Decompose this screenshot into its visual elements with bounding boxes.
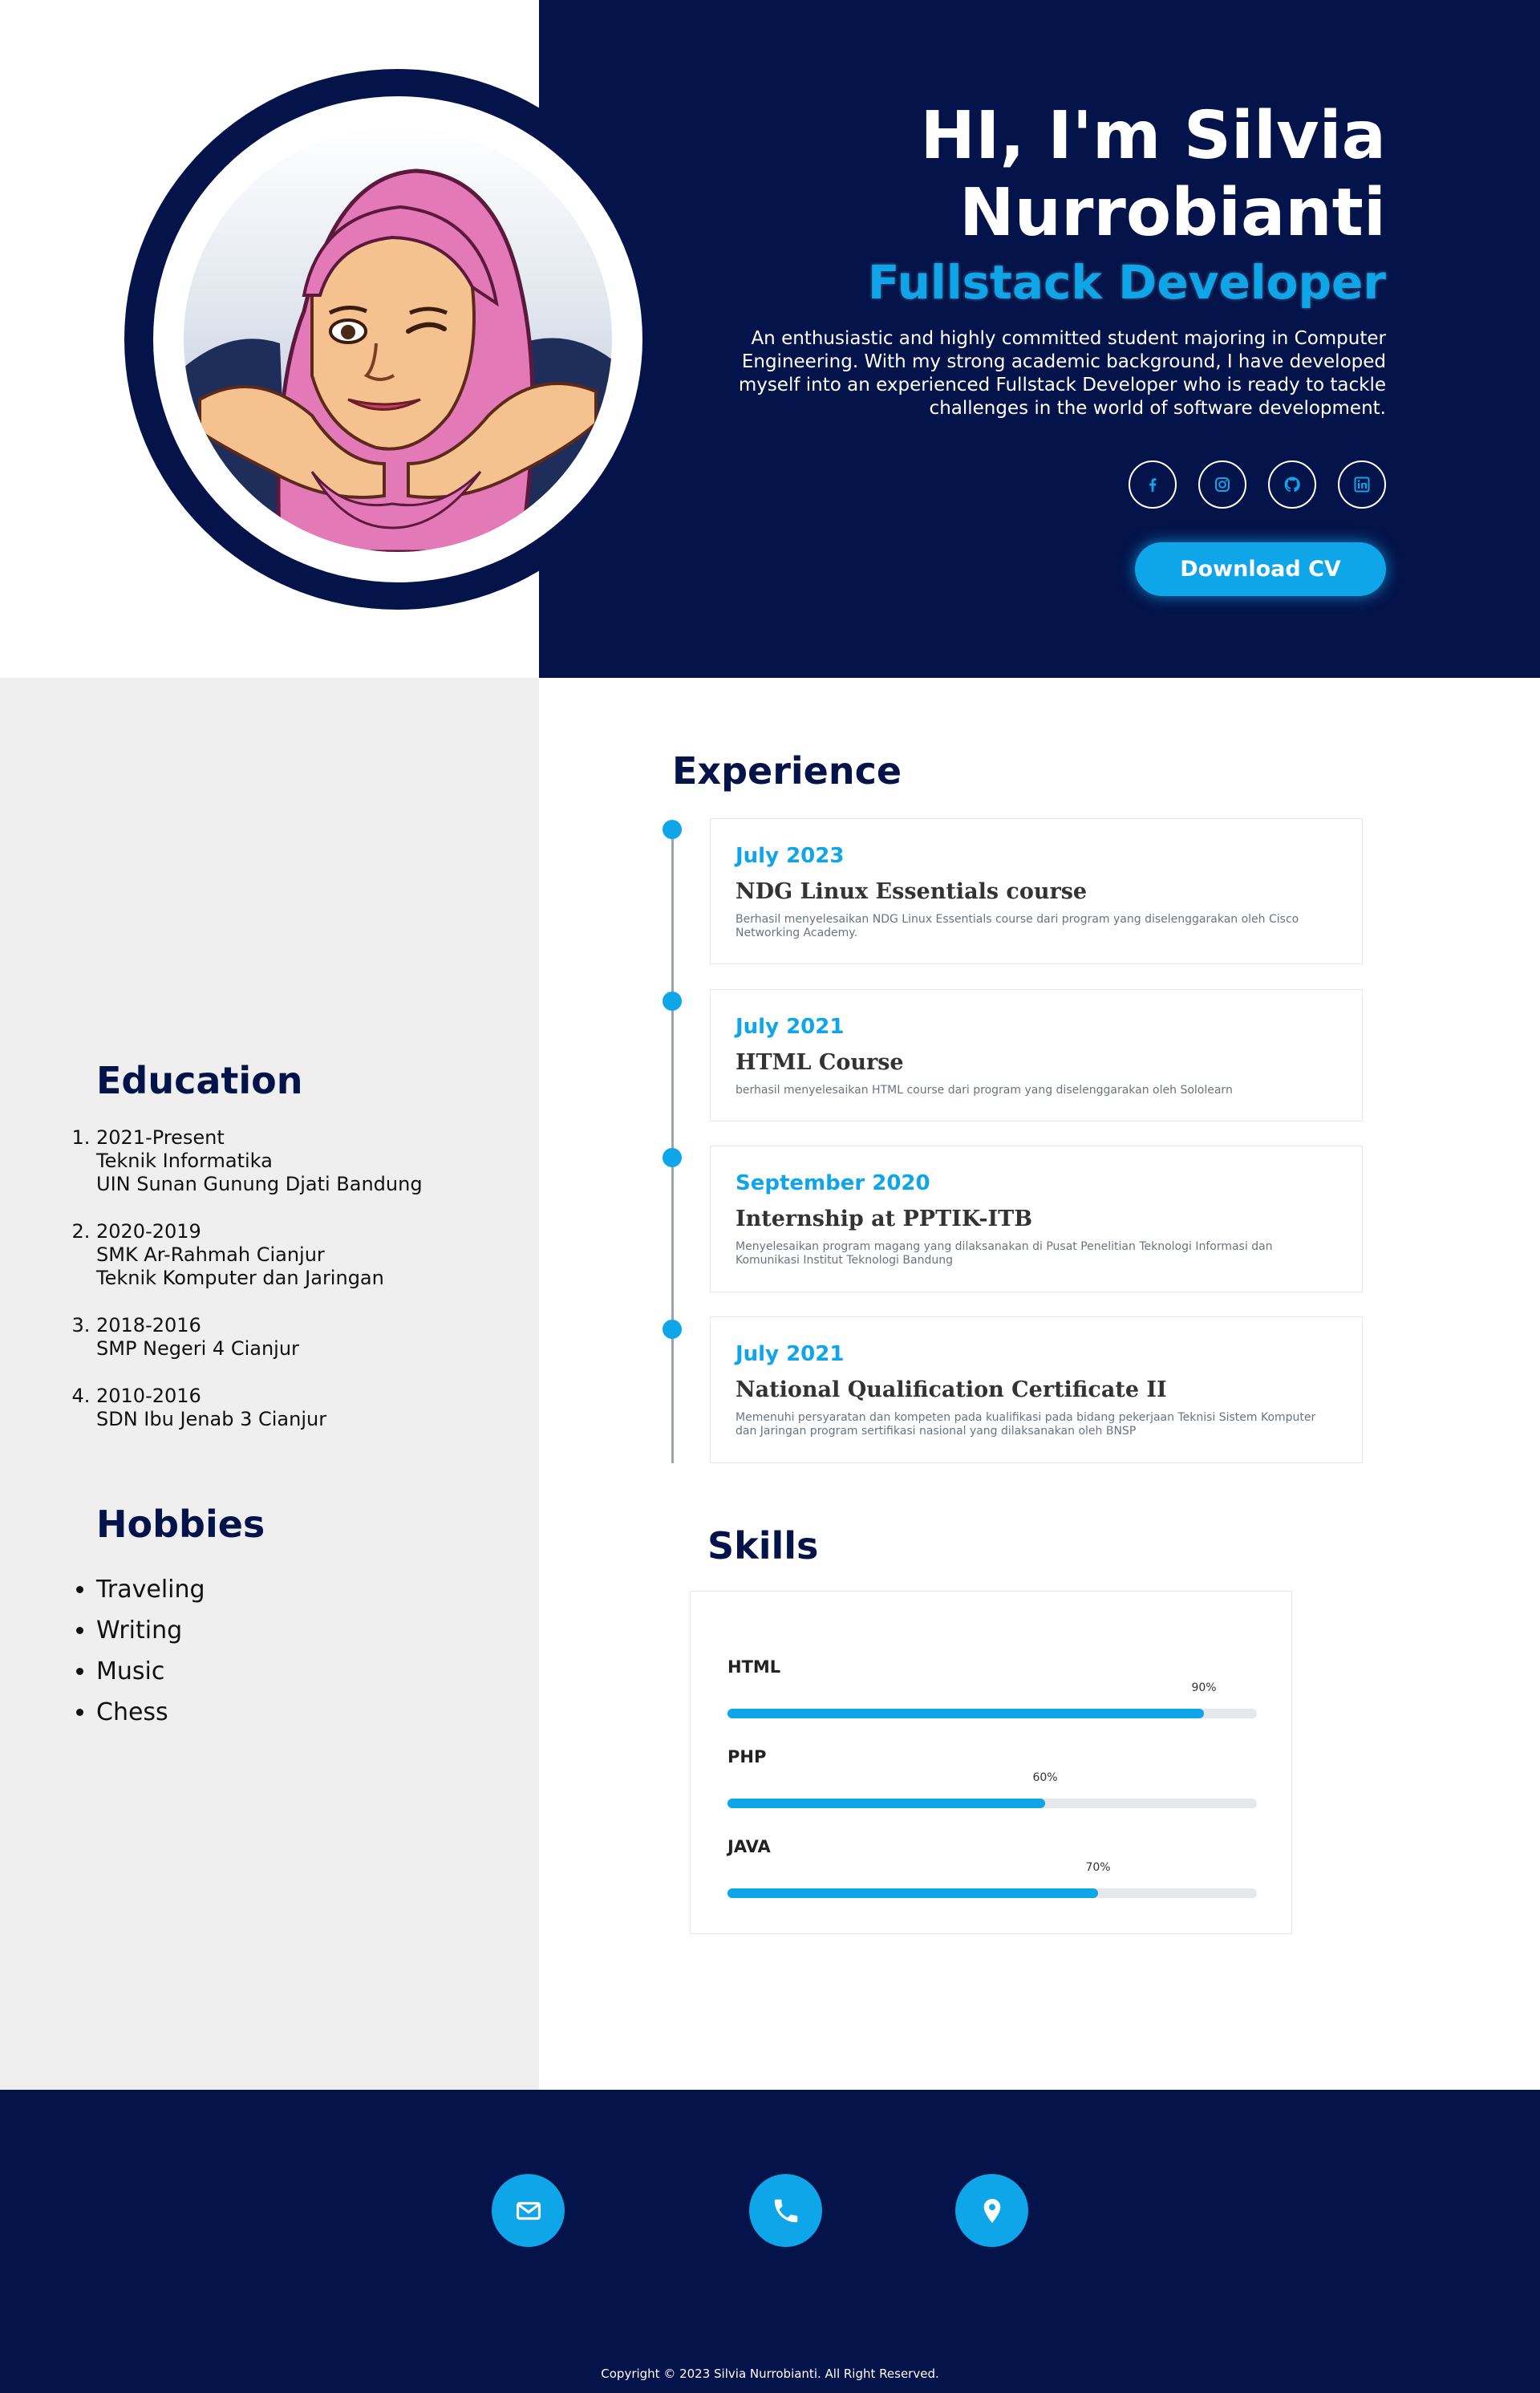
social-links xyxy=(1129,460,1386,509)
experience-card: July 2021 National Qualification Certifi… xyxy=(710,1316,1363,1463)
hobbies-title: Hobbies xyxy=(96,1503,265,1546)
hero-text: HI, I'm Silvia Nurrobianti Fullstack Dev… xyxy=(664,98,1386,420)
github-icon xyxy=(1284,477,1300,493)
experience-date: July 2021 xyxy=(736,1342,845,1366)
timeline-dot xyxy=(663,992,682,1011)
skills-card: HTML 90% PHP 60% JAVA 70% xyxy=(690,1591,1292,1934)
skill-progress-fill xyxy=(727,1888,1098,1898)
avatar xyxy=(184,127,612,552)
skill-item: HTML 90% xyxy=(727,1657,1257,1718)
experience-date: July 2023 xyxy=(736,844,845,868)
list-item: 2018-2016 SMP Negeri 4 Cianjur xyxy=(96,1314,423,1361)
skill-name: JAVA xyxy=(727,1837,771,1856)
list-item: Writing xyxy=(96,1610,205,1651)
phone-button[interactable] xyxy=(749,2174,822,2247)
skill-percent: 60% xyxy=(1032,1771,1058,1784)
experience-date: July 2021 xyxy=(736,1015,845,1039)
role-title: Fullstack Developer xyxy=(867,255,1386,310)
page-title: HI, I'm Silvia Nurrobianti xyxy=(920,98,1386,251)
skill-item: PHP 60% xyxy=(727,1747,1257,1808)
instagram-icon xyxy=(1215,477,1230,492)
experience-name: NDG Linux Essentials course xyxy=(736,879,1088,904)
timeline-dot xyxy=(663,1148,682,1167)
email-button[interactable] xyxy=(492,2174,565,2247)
experience-name: HTML Course xyxy=(736,1050,904,1075)
location-icon xyxy=(983,2198,1000,2223)
experience-description: berhasil menyelesaikan HTML course dari … xyxy=(736,1084,1233,1097)
facebook-icon xyxy=(1149,478,1157,492)
hero-description: An enthusiastic and highly committed stu… xyxy=(738,328,1386,419)
timeline-line xyxy=(671,829,674,1463)
education-list: 2021-Present Teknik Informatika UIN Suna… xyxy=(96,1126,423,1455)
download-cv-button[interactable]: Download CV xyxy=(1135,542,1386,596)
github-link[interactable] xyxy=(1268,460,1316,509)
hobbies-list: Traveling Writing Music Chess xyxy=(96,1569,205,1733)
linkedin-icon xyxy=(1354,477,1370,493)
skill-progress-fill xyxy=(727,1709,1204,1718)
skill-name: HTML xyxy=(727,1657,781,1677)
experience-date: September 2020 xyxy=(736,1171,930,1195)
list-item: 2021-Present Teknik Informatika UIN Suna… xyxy=(96,1126,423,1196)
experience-description: Menyelesaikan program magang yang dilaks… xyxy=(736,1240,1273,1267)
timeline-dot xyxy=(663,820,682,839)
list-item: 2010-2016 SDN Ibu Jenab 3 Cianjur xyxy=(96,1385,423,1431)
timeline-dot xyxy=(663,1320,682,1339)
experience-card: July 2023 NDG Linux Essentials course Be… xyxy=(710,818,1363,964)
education-title: Education xyxy=(96,1059,303,1102)
list-item: Chess xyxy=(96,1692,205,1733)
experience-description: Berhasil menyelesaikan NDG Linux Essenti… xyxy=(736,913,1299,939)
list-item: Traveling xyxy=(96,1569,205,1610)
location-button[interactable] xyxy=(955,2174,1028,2247)
copyright-text: Copyright © 2023 Silvia Nurrobianti. All… xyxy=(601,2367,939,2381)
facebook-link[interactable] xyxy=(1129,460,1177,509)
skill-progress-track xyxy=(727,1709,1257,1718)
avatar-illustration xyxy=(184,168,612,552)
skill-name: PHP xyxy=(727,1747,767,1766)
skill-percent: 90% xyxy=(1191,1681,1217,1694)
list-item: Music xyxy=(96,1651,205,1692)
experience-name: Internship at PPTIK-ITB xyxy=(736,1207,1033,1231)
experience-card: July 2021 HTML Course berhasil menyelesa… xyxy=(710,989,1363,1121)
list-item: 2020-2019 SMK Ar-Rahmah Cianjur Teknik K… xyxy=(96,1220,423,1290)
experience-card: September 2020 Internship at PPTIK-ITB M… xyxy=(710,1146,1363,1292)
skill-progress-track xyxy=(727,1799,1257,1808)
skill-progress-track xyxy=(727,1888,1257,1898)
skill-percent: 70% xyxy=(1085,1861,1111,1874)
skills-title: Skills xyxy=(707,1524,819,1568)
email-icon xyxy=(516,2201,541,2220)
experience-description: Memenuhi persyaratan dan kompeten pada k… xyxy=(736,1411,1316,1438)
skill-item: JAVA 70% xyxy=(727,1837,1257,1898)
experience-title: Experience xyxy=(672,749,902,793)
phone-icon xyxy=(774,2199,797,2222)
skill-progress-fill xyxy=(727,1799,1045,1808)
experience-name: National Qualification Certificate II xyxy=(736,1377,1167,1402)
instagram-link[interactable] xyxy=(1198,460,1246,509)
linkedin-link[interactable] xyxy=(1338,460,1386,509)
